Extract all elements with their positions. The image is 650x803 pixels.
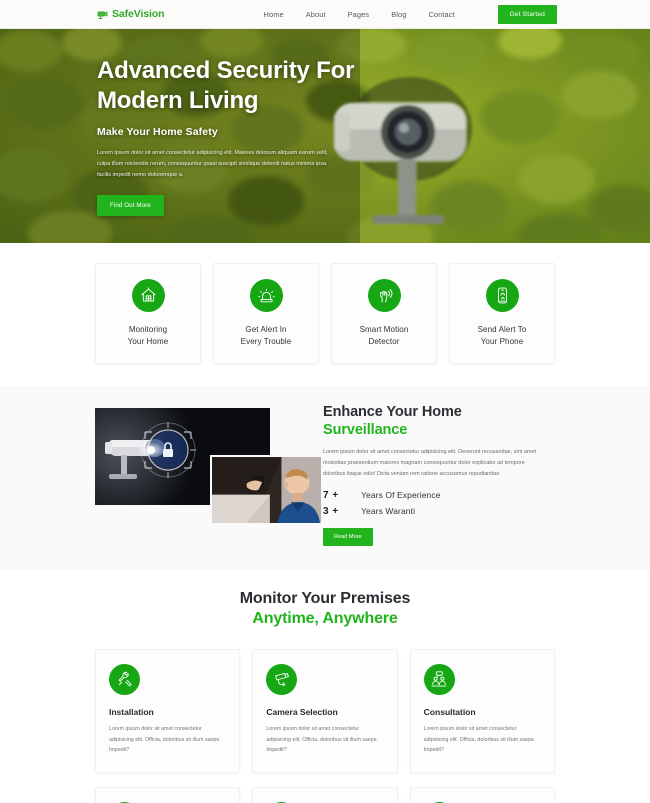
hero-title-line-1: Advanced Security For bbox=[97, 57, 355, 85]
brand-logo[interactable]: SafeVision bbox=[97, 8, 165, 20]
landing-page: SafeVision Home About Pages Blog Contact… bbox=[0, 0, 650, 803]
alarm-bell-icon bbox=[249, 279, 283, 312]
hero-title-line-2: Modern Living bbox=[97, 86, 259, 114]
feature-card-smart-motion-detector[interactable]: Smart Motion Detector bbox=[331, 263, 437, 364]
enhance-paragraph: Lorem ipsum dolor sit amet consectetur a… bbox=[323, 448, 537, 477]
service-card-storage-solutions[interactable]: Storage Solutions Lorem ipsum dolor sit … bbox=[409, 787, 555, 803]
installation-tools-icon bbox=[109, 663, 140, 695]
feature-label: Monitoring Your Home bbox=[127, 325, 169, 347]
nav-links: Home About Pages Blog Contact bbox=[264, 10, 455, 19]
house-monitoring-icon bbox=[131, 279, 165, 312]
service-card-installation[interactable]: Installation Lorem ipsum dolor sit amet … bbox=[95, 648, 241, 774]
motion-sensor-icon bbox=[367, 279, 401, 312]
hero-section: Advanced Security For Modern Living Make… bbox=[0, 29, 650, 243]
service-card-camera-selection[interactable]: Camera Selection Lorem ipsum dolor sit a… bbox=[252, 648, 398, 774]
get-started-button[interactable]: Get Started bbox=[497, 4, 557, 24]
hero-paragraph: Lorem ipsum dolor sit amet consectetur a… bbox=[97, 149, 328, 178]
stat-row: 3 + Years Waranti bbox=[323, 506, 553, 517]
stat-label: Years Of Experience bbox=[361, 489, 441, 500]
consultation-people-icon bbox=[423, 663, 455, 695]
service-title: Camera Selection bbox=[266, 706, 338, 717]
service-text: Lorem ipsum dolor sit amet consectetur a… bbox=[109, 725, 221, 754]
phone-alert-icon bbox=[485, 279, 519, 312]
feature-label: Get Alert In Every Trouble bbox=[240, 325, 292, 347]
service-card-upgrades[interactable]: Upgrades Lorem ipsum dolor sit amet cons… bbox=[252, 787, 398, 803]
enhance-heading-line-1: Enhance Your Home bbox=[323, 403, 462, 420]
stat-label: Years Waranti bbox=[361, 505, 416, 516]
enhance-section: Enhance Your Home Surveillance Lorem ips… bbox=[0, 385, 650, 570]
stat-row: 7 + Years Of Experience bbox=[323, 490, 553, 501]
nav-item-pages[interactable]: Pages bbox=[348, 10, 370, 19]
services-card-grid: Installation Lorem ipsum dolor sit amet … bbox=[95, 648, 555, 803]
services-heading: Monitor Your Premises Anytime, Anywhere bbox=[0, 590, 650, 628]
read-more-button[interactable]: Read More bbox=[323, 527, 373, 546]
service-text: Lorem ipsum dolor sit amet consectetur a… bbox=[266, 725, 379, 754]
security-camera-icon bbox=[97, 8, 109, 20]
enhance-media bbox=[95, 402, 323, 530]
stat-value: 7 + bbox=[323, 489, 339, 501]
feature-card-grid: Monitoring Your Home Get Alert In Every Tr… bbox=[95, 263, 555, 364]
stat-value: 3 + bbox=[323, 505, 339, 517]
technician-installing-camera-image bbox=[210, 454, 323, 525]
features-section: Monitoring Your Home Get Alert In Every Tr… bbox=[0, 243, 650, 386]
hero-title: Advanced Security For Modern Living bbox=[97, 56, 357, 115]
service-card-consultation[interactable]: Consultation Lorem ipsum dolor sit amet … bbox=[409, 648, 555, 774]
nav-item-home[interactable]: Home bbox=[264, 10, 284, 19]
feature-label: Send Alert To Your Phone bbox=[477, 325, 527, 347]
enhance-heading-line-2: Surveillance bbox=[323, 421, 408, 438]
service-card-remote-monitoring[interactable]: Remote Monitoring Lorem ipsum dolor sit … bbox=[95, 787, 241, 803]
service-title: Installation bbox=[109, 706, 154, 717]
enhance-stats: 7 + Years Of Experience 3 + Years Warant… bbox=[323, 490, 553, 517]
feature-card-monitoring-your-home[interactable]: Monitoring Your Home bbox=[95, 263, 201, 364]
hero-content: Advanced Security For Modern Living Make… bbox=[97, 29, 567, 243]
feature-card-send-alert-to-your-phone[interactable]: Send Alert To Your Phone bbox=[449, 263, 555, 364]
find-out-more-button[interactable]: Find Out More bbox=[97, 194, 164, 216]
hero-subtitle: Make Your Home Safety bbox=[97, 125, 218, 138]
brand-name: SafeVision bbox=[112, 8, 165, 20]
enhance-content: Enhance Your Home Surveillance Lorem ips… bbox=[323, 402, 553, 546]
services-heading-line-2: Anytime, Anywhere bbox=[252, 609, 398, 627]
service-title: Consultation bbox=[423, 706, 476, 717]
top-navbar: SafeVision Home About Pages Blog Contact… bbox=[0, 0, 650, 29]
services-section: Monitor Your Premises Anytime, Anywhere … bbox=[0, 569, 650, 803]
nav-item-blog[interactable]: Blog bbox=[391, 10, 406, 19]
feature-label: Smart Motion Detector bbox=[359, 325, 409, 347]
nav-item-contact[interactable]: Contact bbox=[428, 10, 454, 19]
service-text: Lorem ipsum dolor sit amet consectetur a… bbox=[423, 725, 536, 754]
camera-selection-icon bbox=[266, 663, 298, 695]
feature-card-get-alert-in-every-trouble[interactable]: Get Alert In Every Trouble bbox=[213, 263, 319, 364]
services-heading-line-1: Monitor Your Premises bbox=[239, 589, 411, 607]
nav-item-about[interactable]: About bbox=[306, 10, 326, 19]
